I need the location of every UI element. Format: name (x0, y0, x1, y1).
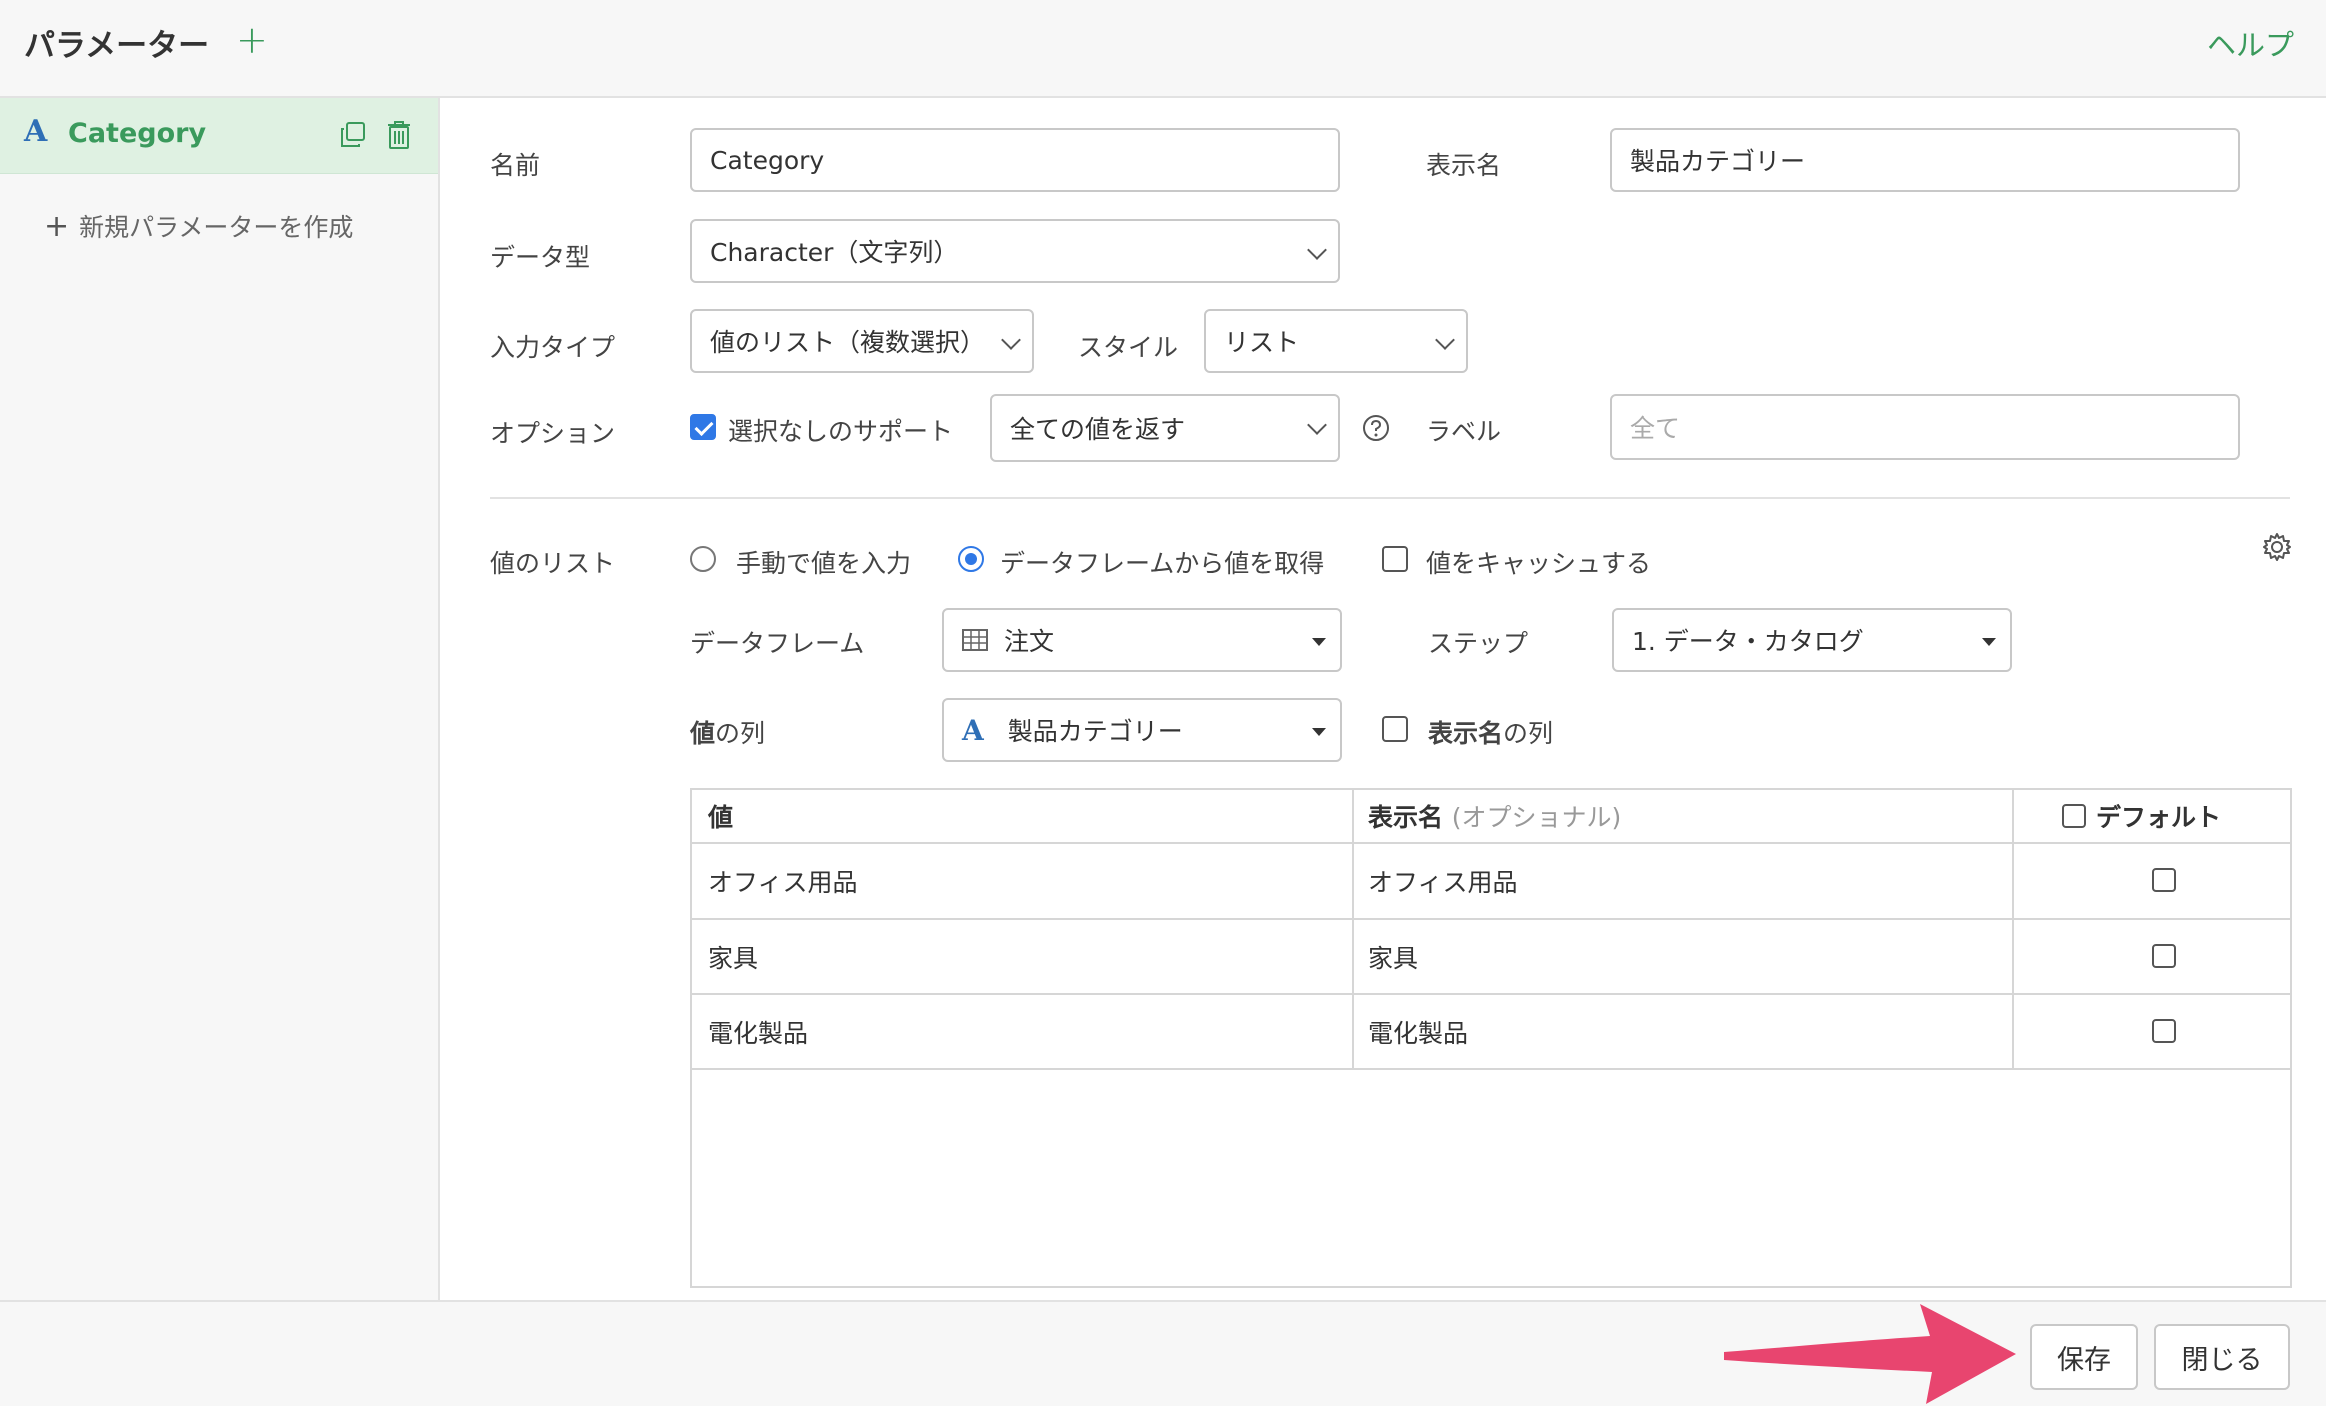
display-column-label: 表示名の列 (1428, 719, 1554, 748)
header-default: デフォルト (2012, 790, 2292, 842)
sidebar-item-category[interactable]: A Category (0, 98, 438, 174)
cache-values-label: 値をキャッシュする (1426, 549, 1652, 578)
return-value-select[interactable]: 全ての値を返す (990, 394, 1340, 462)
new-parameter-button[interactable]: + 新規パラメーターを作成 (44, 208, 353, 244)
close-button[interactable]: 閉じる (2154, 1324, 2290, 1390)
sidebar-item-label: Category (68, 118, 207, 149)
column-divider (2012, 790, 2014, 1070)
option-label: オプション (490, 419, 616, 448)
plus-icon: + (44, 209, 70, 244)
support-none-checkbox[interactable] (690, 414, 716, 440)
data-type-select[interactable]: Character（文字列） (690, 219, 1340, 283)
from-dataframe-radio[interactable] (958, 546, 984, 572)
table-row: 家具 家具 (692, 920, 2290, 995)
step-label: ステップ (1428, 629, 1529, 658)
parameter-sidebar: A Category + 新規パラメーターを作成 (0, 98, 440, 1300)
default-checkbox[interactable] (2152, 944, 2176, 968)
label-label: ラベル (1426, 417, 1502, 446)
add-parameter-plus-icon[interactable]: + (236, 18, 268, 62)
style-label: スタイル (1078, 333, 1179, 362)
caret-down-icon (1312, 728, 1326, 736)
character-type-icon: A (962, 713, 984, 747)
default-checkbox[interactable] (2152, 868, 2176, 892)
default-all-checkbox[interactable] (2062, 804, 2086, 828)
dialog-title: パラメーター (24, 28, 210, 64)
gear-icon[interactable] (2262, 532, 2292, 562)
header-display: 表示名 (オプショナル) (1368, 803, 1622, 832)
name-input[interactable]: Category (690, 128, 1340, 192)
chevron-down-icon (1307, 240, 1327, 260)
value-column-select[interactable]: A 製品カテゴリー (942, 698, 1342, 762)
value-list-label: 値のリスト (490, 549, 616, 578)
display-name-label: 表示名 (1426, 151, 1502, 180)
style-select[interactable]: リスト (1204, 309, 1468, 373)
table-icon (962, 629, 988, 651)
cache-values-checkbox[interactable] (1382, 546, 1408, 572)
data-type-label: データ型 (490, 243, 591, 272)
default-checkbox[interactable] (2152, 1019, 2176, 1043)
manual-input-radio[interactable] (690, 546, 716, 572)
value-column-label: 値の列 (690, 719, 766, 748)
name-label: 名前 (490, 151, 541, 180)
header-value: 値 (708, 803, 734, 832)
table-row: 電化製品 電化製品 (692, 995, 2290, 1070)
display-name-input[interactable]: 製品カテゴリー (1610, 128, 2240, 192)
input-type-label: 入力タイプ (490, 333, 616, 362)
caret-down-icon (1312, 638, 1326, 646)
dataframe-label: データフレーム (690, 629, 865, 658)
dialog-header: パラメーター + ヘルプ (0, 0, 2326, 98)
chevron-down-icon (1307, 415, 1327, 435)
annotation-arrow-icon (1724, 1304, 2016, 1404)
dataframe-select[interactable]: 注文 (942, 608, 1342, 672)
character-type-icon: A (24, 114, 48, 149)
help-link[interactable]: ヘルプ (2207, 22, 2294, 64)
values-table: 値 表示名 (オプショナル) デフォルト オフィス用品 オフィス用品 家具 家具… (690, 788, 2292, 1288)
chevron-down-icon (1435, 330, 1455, 350)
divider (490, 497, 2290, 499)
caret-down-icon (1982, 638, 1996, 646)
table-header-row: 値 表示名 (オプショナル) デフォルト (692, 790, 2290, 844)
input-type-select[interactable]: 値のリスト（複数選択） (690, 309, 1034, 373)
save-button[interactable]: 保存 (2030, 1324, 2138, 1390)
column-divider (1352, 790, 1354, 1070)
manual-input-label: 手動で値を入力 (736, 549, 912, 578)
trash-icon[interactable] (386, 120, 412, 150)
step-select[interactable]: 1. データ・カタログ (1612, 608, 2012, 672)
label-input[interactable]: 全て (1610, 394, 2240, 460)
chevron-down-icon (1001, 330, 1021, 350)
help-circle-icon[interactable] (1362, 414, 1390, 442)
display-column-checkbox[interactable] (1382, 716, 1408, 742)
support-none-label: 選択なしのサポート (728, 417, 954, 446)
table-row: オフィス用品 オフィス用品 (692, 844, 2290, 920)
copy-icon[interactable] (340, 122, 366, 148)
from-dataframe-label: データフレームから値を取得 (1000, 549, 1325, 578)
